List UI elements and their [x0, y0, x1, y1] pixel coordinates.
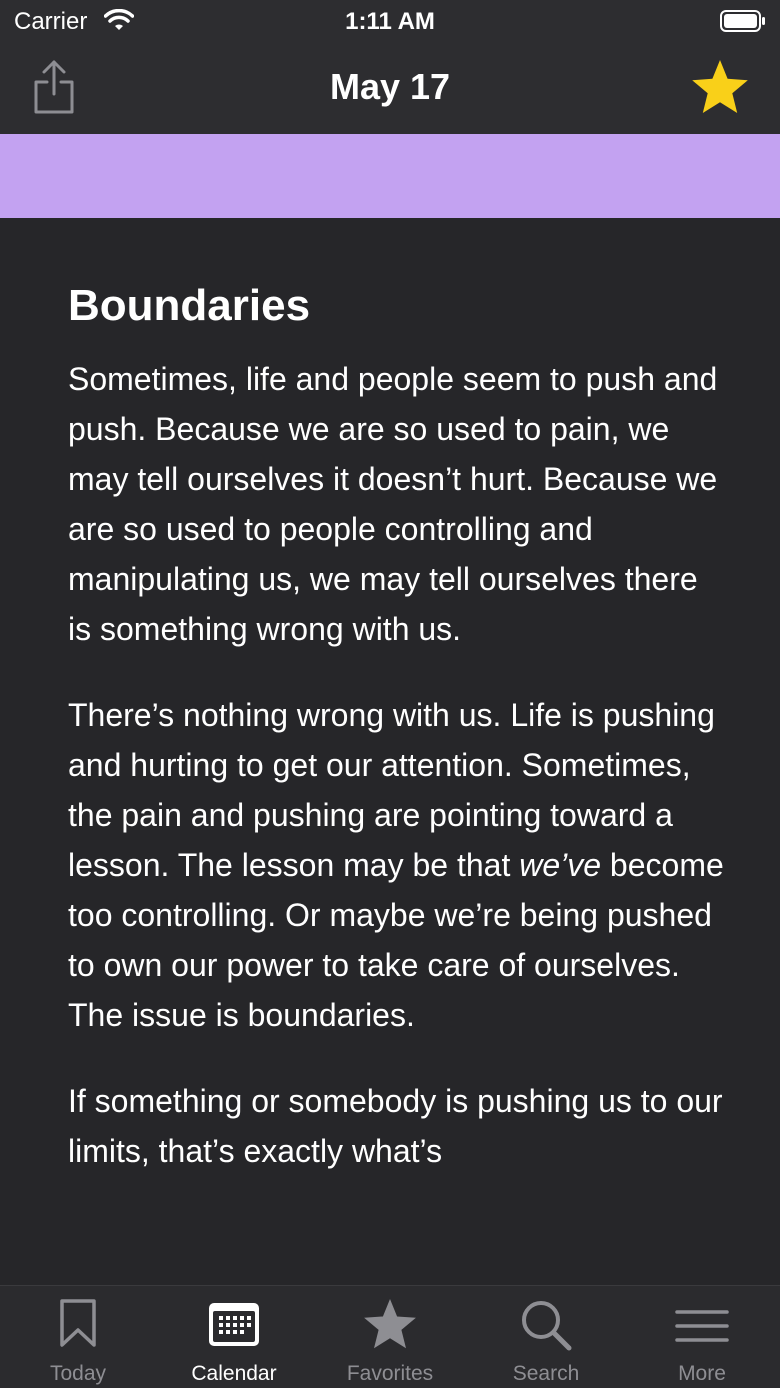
tab-search[interactable]: Search: [468, 1286, 624, 1388]
emphasis-text: we’ve: [519, 847, 602, 883]
tab-label: Favorites: [346, 1362, 434, 1385]
bookmark-icon: [60, 1299, 96, 1347]
entry-paragraph: If something or somebody is pushing us t…: [68, 1083, 723, 1169]
tab-more[interactable]: More: [624, 1286, 780, 1388]
calendar-icon: [209, 1303, 259, 1346]
page-title: May 17: [329, 66, 451, 107]
color-banner: [0, 134, 780, 218]
entry-paragraph: There’s nothing wrong with us. Life is p…: [68, 690, 728, 1040]
tab-today[interactable]: Today: [0, 1286, 156, 1388]
nav-bar: May 17: [0, 44, 780, 134]
tab-label: Today: [49, 1362, 107, 1385]
entry-paragraph: Sometimes, life and people seem to push …: [68, 361, 718, 647]
entry-title: Boundaries: [68, 281, 311, 330]
tab-bar: Today Calendar Favorites Search More: [0, 1285, 780, 1388]
tab-label: Calendar: [191, 1362, 277, 1385]
star-icon: [364, 1299, 416, 1349]
battery-icon: [720, 10, 765, 32]
status-bar: Carrier 1:11 AM: [0, 0, 780, 44]
tab-label: Search: [512, 1362, 580, 1385]
menu-icon: [675, 1310, 729, 1342]
favorite-button[interactable]: [690, 58, 750, 116]
tab-favorites[interactable]: Favorites: [312, 1286, 468, 1388]
clock-time: 1:11 AM: [345, 8, 435, 35]
star-icon: [692, 60, 748, 113]
search-icon: [522, 1301, 572, 1351]
entry-content: Boundaries Sometimes, life and people se…: [68, 218, 728, 1285]
tab-label: More: [678, 1362, 726, 1385]
tab-calendar[interactable]: Calendar: [156, 1286, 312, 1388]
